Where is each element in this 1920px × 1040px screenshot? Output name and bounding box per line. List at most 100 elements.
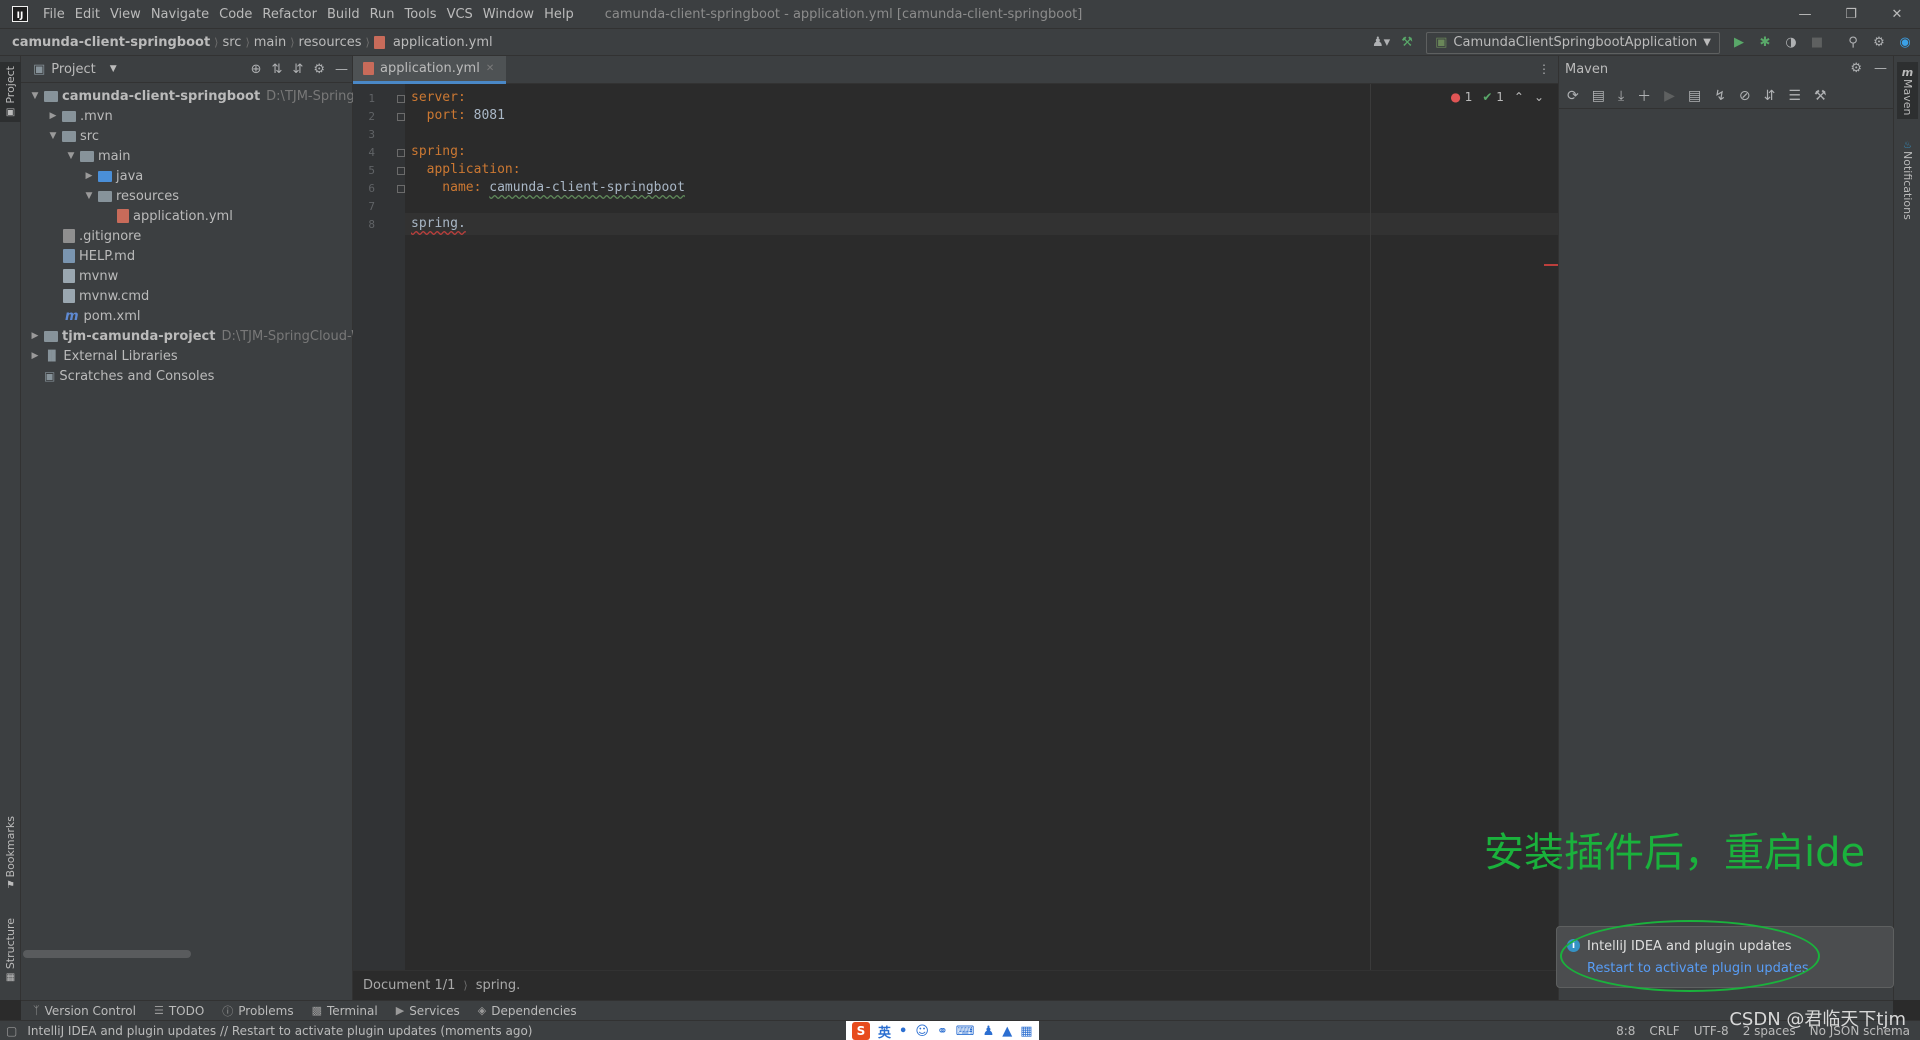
status-toggle-icon[interactable]: ▢ [6, 1024, 17, 1038]
run-configuration-select[interactable]: ▣ CamundaClientSpringbootApplication ▼ [1426, 31, 1720, 54]
run-maven-icon[interactable]: ▶ [1664, 88, 1675, 104]
breadcrumb-document[interactable]: Document 1/1 [363, 978, 455, 993]
todo-tab[interactable]: ☰ TODO [154, 1004, 204, 1018]
fold-marker-icon[interactable] [397, 149, 405, 157]
breadcrumb-main[interactable]: main [250, 35, 290, 50]
tree-item[interactable]: ▼ main [21, 146, 131, 166]
download-icon[interactable]: ⤓ [1618, 88, 1624, 104]
status-message[interactable]: IntelliJ IDEA and plugin updates // Rest… [27, 1024, 532, 1038]
add-icon[interactable]: ＋ [1637, 86, 1651, 106]
structure-tool-tab[interactable]: Structure ▦ [0, 918, 21, 983]
inspection-widget[interactable]: ● 1 ✔ 1 ⌃ ⌄ [1450, 90, 1544, 104]
menu-view[interactable]: View [105, 7, 146, 22]
more-tabs-icon[interactable]: ⋮ [1538, 62, 1550, 76]
jetbrains-logo-icon[interactable]: ◉ [1894, 32, 1916, 54]
code-editor[interactable]: server: port: 8081 spring: application: n… [405, 84, 1558, 970]
menu-help[interactable]: Help [539, 7, 579, 22]
tree-item[interactable]: ▼ resources [21, 186, 179, 206]
services-tab[interactable]: ▶ Services [396, 1004, 460, 1018]
tree-item[interactable]: ▼ camunda-client-springboot D:\TJM-SpringC… [21, 86, 392, 106]
tree-item[interactable]: m pom.xml [21, 306, 141, 326]
problems-tab[interactable]: ⓘ Problems [222, 1003, 293, 1019]
menu-navigate[interactable]: Navigate [146, 7, 214, 22]
editor-tab-application-yml[interactable]: application.yml ✕ [353, 56, 507, 84]
breadcrumb-resources[interactable]: resources [295, 35, 366, 50]
debug-icon[interactable]: ✱ [1754, 32, 1776, 54]
breadcrumb-project[interactable]: camunda-client-springboot [8, 35, 214, 50]
fold-marker-icon[interactable] [397, 167, 405, 175]
notifications-tool-tab[interactable]: ♨ Notifications [1897, 140, 1918, 220]
tree-item[interactable]: HELP.md [21, 246, 135, 266]
restore-icon[interactable]: ❐ [1828, 0, 1874, 28]
menu-file[interactable]: File [38, 7, 70, 22]
tree-item[interactable]: application.yml [21, 206, 233, 226]
tree-item[interactable]: mvnw.cmd [21, 286, 149, 306]
menu-build[interactable]: Build [322, 7, 365, 22]
chevron-right-icon[interactable]: ▶ [47, 111, 59, 121]
caret-position[interactable]: 8:8 [1616, 1024, 1635, 1038]
collapse-icon[interactable]: ⇵ [1764, 88, 1776, 104]
chevron-down-icon[interactable]: ▼ [47, 131, 59, 141]
minimize-icon[interactable]: — [1782, 0, 1828, 28]
breadcrumb-src[interactable]: src [218, 35, 245, 50]
skip-tests-icon[interactable]: ⊘ [1739, 88, 1751, 104]
next-highlight-icon[interactable]: ⌄ [1534, 90, 1544, 104]
run-icon[interactable]: ▶ [1728, 32, 1750, 54]
tree-item[interactable]: ▶ java [21, 166, 144, 186]
gear-icon[interactable]: ⚙ [313, 62, 325, 77]
stop-icon[interactable]: ■ [1806, 32, 1828, 54]
collapse-all-icon[interactable]: ⇵ [292, 62, 303, 77]
chevron-right-icon[interactable]: ▶ [83, 171, 95, 181]
chevron-right-icon[interactable]: ▶ [29, 331, 41, 341]
file-encoding[interactable]: UTF-8 [1694, 1024, 1729, 1038]
menu-window[interactable]: Window [478, 7, 539, 22]
close-icon[interactable]: ✕ [1874, 0, 1920, 28]
tree-item[interactable]: ▣ Scratches and Consoles [21, 366, 214, 386]
toggle-offline-icon[interactable]: ↯ [1714, 88, 1726, 104]
line-separator[interactable]: CRLF [1649, 1024, 1679, 1038]
ime-toolbar[interactable]: S 英 • ☺ ⚭ ⌨ ♟ ▲ ▦ [846, 1021, 1039, 1040]
breadcrumb-key[interactable]: spring. [476, 978, 521, 993]
chevron-down-icon[interactable]: ▼ [29, 91, 41, 101]
version-control-tab[interactable]: ᛉ Version Control [33, 1004, 136, 1018]
tree-item[interactable]: ▶ ▐▌ External Libraries [21, 346, 178, 366]
error-stripe-marker[interactable] [1544, 264, 1558, 266]
chevron-right-icon[interactable]: ▶ [29, 351, 41, 361]
chevron-down-icon[interactable]: ▼ [83, 191, 95, 201]
generate-sources-icon[interactable]: ▤ [1592, 88, 1605, 104]
fold-marker-icon[interactable] [397, 95, 405, 103]
user-icon[interactable]: ♟▾ [1370, 32, 1392, 54]
menu-refactor[interactable]: Refactor [257, 7, 322, 22]
project-tool-tab[interactable]: Project ▣ [0, 62, 21, 122]
locate-target-icon[interactable]: ⊕ [251, 62, 262, 77]
dependencies-tab[interactable]: ◈ Dependencies [478, 1004, 577, 1018]
fold-marker-icon[interactable] [397, 185, 405, 193]
tree-item[interactable]: ▼ src [21, 126, 99, 146]
chevron-down-icon[interactable]: ▼ [65, 151, 77, 161]
previous-highlight-icon[interactable]: ⌃ [1514, 90, 1524, 104]
close-tab-icon[interactable]: ✕ [486, 63, 494, 74]
project-view-title[interactable]: Project [51, 62, 95, 77]
terminal-tab[interactable]: ▩ Terminal [312, 1004, 378, 1018]
execute-goal-icon[interactable]: ▤ [1688, 88, 1701, 104]
reload-icon[interactable]: ⟳ [1567, 88, 1579, 104]
menu-tools[interactable]: Tools [400, 7, 442, 22]
show-dependencies-icon[interactable]: ☰ [1788, 88, 1801, 104]
tree-item[interactable]: mvnw [21, 266, 118, 286]
build-hammer-icon[interactable]: ⚒ [1396, 32, 1418, 54]
coverage-icon[interactable]: ◑ [1780, 32, 1802, 54]
wrench-icon[interactable]: ⚒ [1814, 88, 1827, 104]
bookmarks-tool-tab[interactable]: Bookmarks ⚑ [0, 816, 21, 891]
hide-panel-icon[interactable]: — [335, 62, 348, 77]
menu-vcs[interactable]: VCS [442, 7, 478, 22]
hide-panel-icon[interactable]: — [1874, 61, 1887, 76]
expand-all-icon[interactable]: ⇅ [272, 62, 283, 77]
fold-marker-icon[interactable] [397, 113, 405, 121]
gear-icon[interactable]: ⚙ [1850, 61, 1862, 76]
search-icon[interactable]: ⚲ [1842, 32, 1864, 54]
tree-item[interactable]: ▶ tjm-camunda-project D:\TJM-SpringCloud-W… [21, 326, 385, 346]
horizontal-scrollbar[interactable] [23, 950, 191, 958]
tree-item[interactable]: .gitignore [21, 226, 141, 246]
breadcrumb-file[interactable]: application.yml [389, 35, 497, 50]
tree-item[interactable]: ▶ .mvn [21, 106, 113, 126]
